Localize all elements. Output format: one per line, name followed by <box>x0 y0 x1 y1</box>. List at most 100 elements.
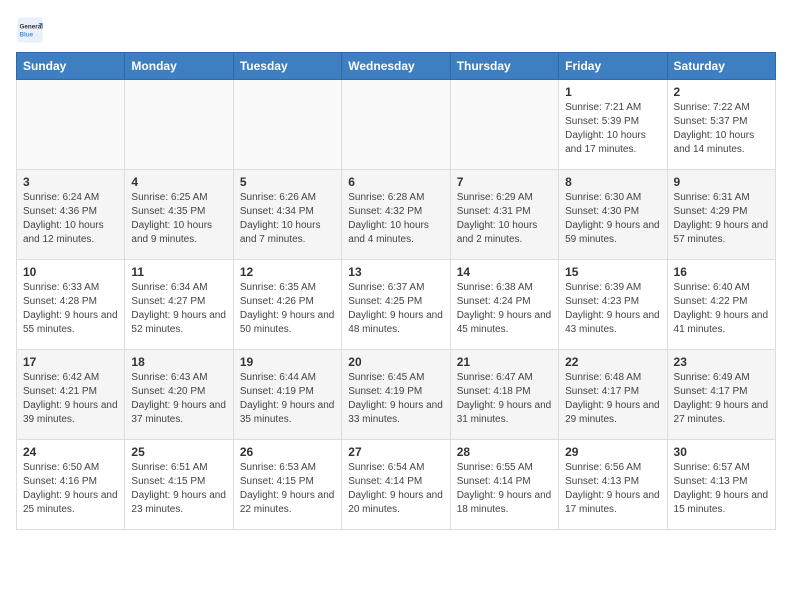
day-info: Sunrise: 6:33 AM Sunset: 4:28 PM Dayligh… <box>23 281 118 337</box>
svg-text:Blue: Blue <box>20 31 34 38</box>
calendar-cell: 6 Sunrise: 6:28 AM Sunset: 4:32 PM Daylig… <box>342 170 450 260</box>
calendar-cell: 7Sunrise: 6:29 AM Sunset: 4:31 PM Daylig… <box>450 170 558 260</box>
calendar-cell <box>125 80 233 170</box>
day-number: 10 <box>23 265 118 279</box>
day-number: 24 <box>23 445 118 459</box>
logo: General Blue <box>16 16 44 44</box>
day-number: 8 <box>565 175 660 189</box>
calendar-cell: 8 Sunrise: 6:30 AM Sunset: 4:30 PM Daylig… <box>559 170 667 260</box>
calendar-cell: 14 Sunrise: 6:38 AM Sunset: 4:24 PM Dayli… <box>450 260 558 350</box>
day-number: 7 <box>457 175 552 189</box>
calendar-cell: 17Sunrise: 6:42 AM Sunset: 4:21 PM Dayli… <box>17 350 125 440</box>
day-number: 22 <box>565 355 660 369</box>
day-info: Sunrise: 6:35 AM Sunset: 4:26 PM Dayligh… <box>240 281 335 337</box>
calendar-cell: 15 Sunrise: 6:39 AM Sunset: 4:23 PM Dayli… <box>559 260 667 350</box>
calendar-cell: 19 Sunrise: 6:44 AM Sunset: 4:19 PM Dayli… <box>233 350 341 440</box>
calendar-cell: 10 Sunrise: 6:33 AM Sunset: 4:28 PM Dayli… <box>17 260 125 350</box>
day-number: 26 <box>240 445 335 459</box>
calendar-cell: 29Sunrise: 6:56 AM Sunset: 4:13 PM Dayli… <box>559 440 667 530</box>
calendar-cell: 16 Sunrise: 6:40 AM Sunset: 4:22 PM Dayli… <box>667 260 775 350</box>
day-number: 25 <box>131 445 226 459</box>
calendar-cell: 20Sunrise: 6:45 AM Sunset: 4:19 PM Dayli… <box>342 350 450 440</box>
calendar-cell: 3 Sunrise: 6:24 AM Sunset: 4:36 PM Daylig… <box>17 170 125 260</box>
day-number: 23 <box>674 355 769 369</box>
calendar-cell: 4 Sunrise: 6:25 AM Sunset: 4:35 PM Daylig… <box>125 170 233 260</box>
calendar-table: SundayMondayTuesdayWednesdayThursdayFrid… <box>16 52 776 530</box>
calendar-cell: 24 Sunrise: 6:50 AM Sunset: 4:16 PM Dayli… <box>17 440 125 530</box>
day-number: 5 <box>240 175 335 189</box>
logo-icon: General Blue <box>16 16 44 44</box>
calendar-week-row: 24 Sunrise: 6:50 AM Sunset: 4:16 PM Dayli… <box>17 440 776 530</box>
calendar-cell: 11 Sunrise: 6:34 AM Sunset: 4:27 PM Dayli… <box>125 260 233 350</box>
day-info: Sunrise: 6:53 AM Sunset: 4:15 PM Dayligh… <box>240 461 335 517</box>
day-info: Sunrise: 6:38 AM Sunset: 4:24 PM Dayligh… <box>457 281 552 337</box>
weekday-header: Monday <box>125 53 233 80</box>
day-number: 14 <box>457 265 552 279</box>
calendar-cell: 21Sunrise: 6:47 AM Sunset: 4:18 PM Dayli… <box>450 350 558 440</box>
day-info: Sunrise: 6:51 AM Sunset: 4:15 PM Dayligh… <box>131 461 226 517</box>
day-info: Sunrise: 6:28 AM Sunset: 4:32 PM Dayligh… <box>348 191 443 247</box>
svg-text:General: General <box>20 24 44 31</box>
day-number: 13 <box>348 265 443 279</box>
day-info: Sunrise: 6:34 AM Sunset: 4:27 PM Dayligh… <box>131 281 226 337</box>
day-number: 17 <box>23 355 118 369</box>
calendar-week-row: 17Sunrise: 6:42 AM Sunset: 4:21 PM Dayli… <box>17 350 776 440</box>
day-number: 16 <box>674 265 769 279</box>
day-number: 1 <box>565 85 660 99</box>
day-info: Sunrise: 6:31 AM Sunset: 4:29 PM Dayligh… <box>674 191 769 247</box>
day-number: 28 <box>457 445 552 459</box>
day-info: Sunrise: 6:56 AM Sunset: 4:13 PM Dayligh… <box>565 461 660 517</box>
calendar-cell: 18 Sunrise: 6:43 AM Sunset: 4:20 PM Dayli… <box>125 350 233 440</box>
weekday-header: Friday <box>559 53 667 80</box>
calendar-cell: 12 Sunrise: 6:35 AM Sunset: 4:26 PM Dayli… <box>233 260 341 350</box>
calendar-cell: 27 Sunrise: 6:54 AM Sunset: 4:14 PM Dayli… <box>342 440 450 530</box>
day-info: Sunrise: 6:40 AM Sunset: 4:22 PM Dayligh… <box>674 281 769 337</box>
day-number: 30 <box>674 445 769 459</box>
day-number: 18 <box>131 355 226 369</box>
calendar-week-row: 10 Sunrise: 6:33 AM Sunset: 4:28 PM Dayli… <box>17 260 776 350</box>
day-info: Sunrise: 6:30 AM Sunset: 4:30 PM Dayligh… <box>565 191 660 247</box>
weekday-header: Wednesday <box>342 53 450 80</box>
day-info: Sunrise: 6:44 AM Sunset: 4:19 PM Dayligh… <box>240 371 335 427</box>
day-info: Sunrise: 7:21 AM Sunset: 5:39 PM Dayligh… <box>565 101 660 157</box>
calendar-week-row: 1 Sunrise: 7:21 AM Sunset: 5:39 PM Daylig… <box>17 80 776 170</box>
day-number: 12 <box>240 265 335 279</box>
calendar-cell <box>450 80 558 170</box>
weekday-header: Thursday <box>450 53 558 80</box>
calendar-cell: 30 Sunrise: 6:57 AM Sunset: 4:13 PM Dayli… <box>667 440 775 530</box>
day-info: Sunrise: 6:50 AM Sunset: 4:16 PM Dayligh… <box>23 461 118 517</box>
day-number: 15 <box>565 265 660 279</box>
day-info: Sunrise: 6:55 AM Sunset: 4:14 PM Dayligh… <box>457 461 552 517</box>
calendar-cell: 2 Sunrise: 7:22 AM Sunset: 5:37 PM Daylig… <box>667 80 775 170</box>
calendar-header: SundayMondayTuesdayWednesdayThursdayFrid… <box>17 53 776 80</box>
day-info: Sunrise: 6:24 AM Sunset: 4:36 PM Dayligh… <box>23 191 118 247</box>
calendar-cell <box>233 80 341 170</box>
day-number: 11 <box>131 265 226 279</box>
calendar-week-row: 3 Sunrise: 6:24 AM Sunset: 4:36 PM Daylig… <box>17 170 776 260</box>
day-info: Sunrise: 6:25 AM Sunset: 4:35 PM Dayligh… <box>131 191 226 247</box>
day-info: Sunrise: 6:39 AM Sunset: 4:23 PM Dayligh… <box>565 281 660 337</box>
day-number: 2 <box>674 85 769 99</box>
day-number: 3 <box>23 175 118 189</box>
day-info: Sunrise: 6:54 AM Sunset: 4:14 PM Dayligh… <box>348 461 443 517</box>
day-number: 20 <box>348 355 443 369</box>
day-number: 21 <box>457 355 552 369</box>
day-info: Sunrise: 6:48 AM Sunset: 4:17 PM Dayligh… <box>565 371 660 427</box>
weekday-header: Saturday <box>667 53 775 80</box>
day-number: 19 <box>240 355 335 369</box>
calendar-cell: 26 Sunrise: 6:53 AM Sunset: 4:15 PM Dayli… <box>233 440 341 530</box>
day-info: Sunrise: 6:49 AM Sunset: 4:17 PM Dayligh… <box>674 371 769 427</box>
calendar-cell: 23 Sunrise: 6:49 AM Sunset: 4:17 PM Dayli… <box>667 350 775 440</box>
day-info: Sunrise: 6:37 AM Sunset: 4:25 PM Dayligh… <box>348 281 443 337</box>
day-info: Sunrise: 6:57 AM Sunset: 4:13 PM Dayligh… <box>674 461 769 517</box>
calendar-cell <box>342 80 450 170</box>
calendar-cell: 25 Sunrise: 6:51 AM Sunset: 4:15 PM Dayli… <box>125 440 233 530</box>
day-number: 6 <box>348 175 443 189</box>
header: General Blue <box>16 16 776 44</box>
day-number: 4 <box>131 175 226 189</box>
day-number: 27 <box>348 445 443 459</box>
calendar-cell: 9Sunrise: 6:31 AM Sunset: 4:29 PM Daylig… <box>667 170 775 260</box>
weekday-header: Tuesday <box>233 53 341 80</box>
day-info: Sunrise: 6:43 AM Sunset: 4:20 PM Dayligh… <box>131 371 226 427</box>
day-info: Sunrise: 7:22 AM Sunset: 5:37 PM Dayligh… <box>674 101 769 157</box>
